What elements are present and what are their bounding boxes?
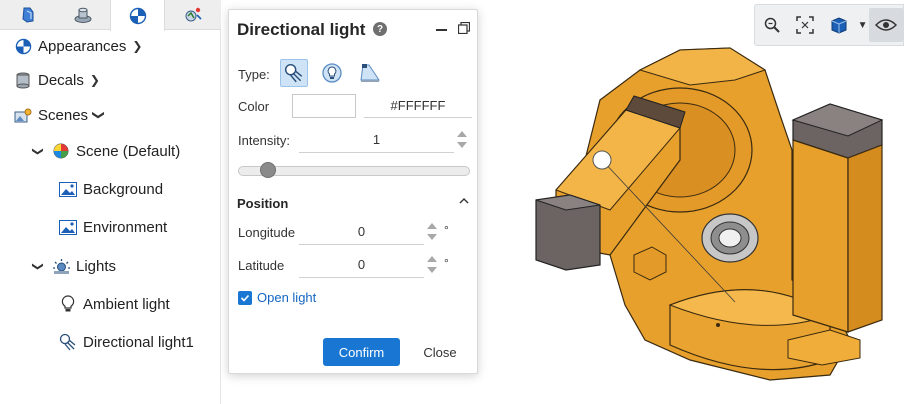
assembly-icon [74,7,91,23]
view-toolbar: ▼ [754,4,904,46]
help-icon[interactable]: ? [373,22,387,36]
chevron-down-icon: ❯ [92,109,107,121]
appearance-tab-icon [129,7,146,24]
tree-item-label: Appearances [38,37,127,55]
cad-model[interactable] [530,40,892,385]
panel-tabs [0,0,221,31]
check-icon [240,294,250,302]
dialog-title: Directional light [237,20,366,39]
scene-icon [51,141,71,161]
tree-item-scenes[interactable]: Scenes ❯ [13,99,107,131]
chevron-down-icon[interactable]: ❯ [32,259,45,273]
tree-item-label: Environment [83,218,168,236]
tree-item-label: Ambient light [83,295,170,313]
type-point-button[interactable] [318,59,346,87]
type-label: Type: [238,67,270,82]
confirm-button[interactable]: Confirm [323,338,400,366]
visibility-icon [875,19,898,31]
intensity-slider-thumb[interactable] [259,162,276,178]
analysis-icon [185,7,202,22]
latitude-input[interactable]: 0 [299,252,424,278]
app-root: Appearances ❯ Decals ❯ Scenes ❯ ❯ Scene … [0,0,904,404]
arrow-up-icon[interactable] [427,256,437,262]
arrow-down-icon[interactable] [427,234,437,240]
tree-item-ambient-light[interactable]: Ambient light [58,288,170,320]
spot-light-icon [360,64,380,82]
visibility-button[interactable] [869,8,903,42]
zoom-fit-icon [796,16,815,34]
tab-appearance[interactable] [110,0,165,31]
latitude-label: Latitude [238,258,285,273]
appearance-icon [13,36,33,56]
position-section-title: Position [237,196,289,211]
zoom-fit-button[interactable] [789,8,823,42]
restore-icon[interactable] [458,22,470,34]
view-orientation-button[interactable] [822,8,856,42]
left-panel: Appearances ❯ Decals ❯ Scenes ❯ ❯ Scene … [0,0,221,404]
latitude-stepper[interactable] [426,253,438,277]
longitude-stepper[interactable] [426,220,438,244]
minimize-icon[interactable] [436,29,447,31]
type-directional-button[interactable] [280,59,308,87]
arrow-up-icon[interactable] [457,131,467,137]
longitude-input[interactable]: 0 [299,219,424,245]
zoom-icon [764,17,780,33]
tree-item-background[interactable]: Background [58,173,163,205]
intensity-input[interactable]: 1 [299,127,454,153]
chevron-up-icon[interactable] [459,196,469,206]
tree-item-directional-light1[interactable]: Directional light1 [58,326,194,358]
tree-item-environment[interactable]: Environment [58,211,167,243]
tree-item-label: Lights [76,257,117,275]
color-label: Color [238,99,270,114]
lightbulb-icon [58,294,78,314]
tab-assembly[interactable] [55,0,110,30]
longitude-label: Longitude [238,225,296,240]
scenes-icon [13,105,33,125]
image-icon [58,179,78,199]
decal-icon [13,70,33,90]
lights-icon [51,256,71,276]
chevron-down-icon[interactable]: ▼ [856,20,870,31]
view-cube-icon [831,17,847,34]
tree-item-label: Directional light1 [83,333,194,351]
part-icon [21,7,33,23]
arrow-up-icon[interactable] [427,223,437,229]
tree-item-label: Background [83,180,164,198]
open-light-label[interactable]: Open light [257,290,316,305]
arrow-down-icon[interactable] [427,267,437,273]
directional-light-dialog: Directional light ? Type: Color #FFFFFF … [228,9,478,374]
longitude-unit: ° [444,223,449,237]
tree-item-label: Decals [38,71,84,89]
intensity-label: Intensity: [238,133,291,148]
tree-item-lights[interactable]: ❯ Lights [31,250,117,282]
color-swatch[interactable] [292,94,356,118]
directional-light-icon [58,332,78,352]
tab-analysis[interactable] [165,0,220,30]
tree-item-scene-default[interactable]: ❯ Scene (Default) [31,135,181,167]
directional-light-icon [284,63,303,83]
zoom-button[interactable] [755,8,789,42]
chevron-right-icon: ❯ [89,73,100,87]
arrow-down-icon[interactable] [457,142,467,148]
tree-item-decals[interactable]: Decals ❯ [13,64,100,96]
image-icon [58,217,78,237]
latitude-unit: ° [444,256,449,270]
color-hex-input[interactable]: #FFFFFF [364,94,472,118]
tree-item-label: Scene (Default) [76,142,181,160]
point-light-icon [322,63,342,83]
chevron-down-icon[interactable]: ❯ [32,144,45,158]
close-button[interactable]: Close [415,338,465,366]
chevron-right-icon: ❯ [132,39,143,53]
tree-item-appearances[interactable]: Appearances ❯ [13,30,142,62]
open-light-checkbox[interactable] [238,291,252,305]
intensity-stepper[interactable] [456,128,468,152]
type-spot-button[interactable] [356,59,384,87]
tree-item-label: Scenes [38,106,89,124]
tab-parts[interactable] [0,0,55,30]
